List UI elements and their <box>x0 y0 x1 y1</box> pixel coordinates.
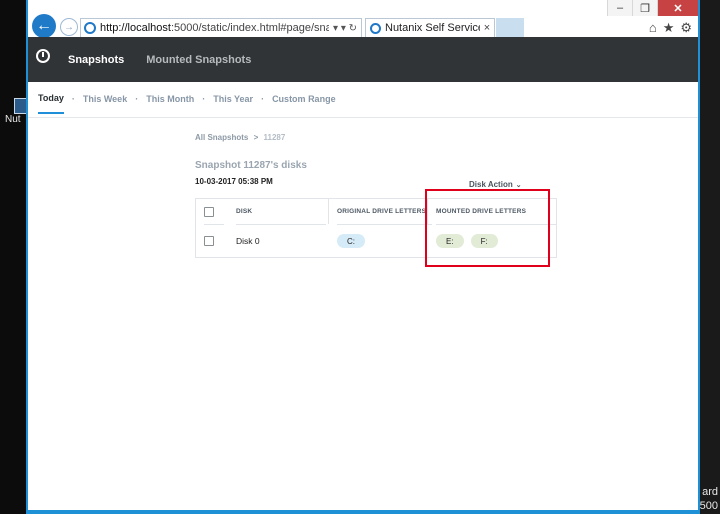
drive-letter-badge: C: <box>337 234 365 248</box>
browser-titlebar: ‒ ❐ ✕ ← → http://localhost:5000/static/i… <box>28 0 698 42</box>
address-text[interactable]: http://localhost:5000/static/index.html#… <box>100 22 329 34</box>
address-controls[interactable]: ▾ ▾ ↻ <box>329 23 361 34</box>
disk-action-dropdown[interactable]: Disk Action ⌄ <box>469 180 522 189</box>
forward-button[interactable]: → <box>60 18 78 36</box>
browser-window: ‒ ❐ ✕ ← → http://localhost:5000/static/i… <box>26 0 700 514</box>
desktop-right-label-1: ard <box>702 486 718 498</box>
settings-gear-icon[interactable]: ⚙ <box>680 20 692 36</box>
chevron-down-icon: ⌄ <box>515 182 522 189</box>
back-button[interactable]: ← <box>32 14 56 38</box>
window-bottom-border <box>28 510 698 514</box>
nav-mounted-snapshots[interactable]: Mounted Snapshots <box>146 54 251 66</box>
row-select-cell <box>204 225 214 257</box>
address-path: :5000/static/index.html#page/snapshc <box>170 22 330 34</box>
tab-this-month[interactable]: This Month <box>146 94 194 113</box>
tab-this-week[interactable]: This Week <box>83 94 127 113</box>
forward-arrow-icon: → <box>64 21 74 33</box>
favorites-star-icon[interactable]: ★ <box>663 20 675 36</box>
header-select-all-cell <box>204 199 224 225</box>
back-arrow-icon: ← <box>36 17 52 34</box>
select-all-checkbox[interactable] <box>204 206 214 217</box>
desktop-left-strip: Nut <box>0 0 28 514</box>
disk-name-cell: Disk 0 <box>236 236 260 246</box>
tab-today[interactable]: Today <box>38 93 64 114</box>
new-tab-button[interactable] <box>496 18 524 38</box>
desktop-right-label-2: 500 <box>699 500 718 512</box>
breadcrumb-current: 11287 <box>263 133 286 142</box>
subnav-separator: · <box>202 94 206 104</box>
address-bar[interactable]: http://localhost:5000/static/index.html#… <box>80 18 362 38</box>
browser-toolbar-icons: ⌂ ★ ⚙ <box>649 20 692 36</box>
address-host: http://localhost <box>100 22 171 34</box>
app-header: Snapshots Mounted Snapshots <box>28 37 698 82</box>
subnav-separator: · <box>261 94 265 104</box>
snapshot-date: 10-03-2017 05:38 PM <box>195 177 273 186</box>
date-range-tabs: Today · This Week · This Month · This Ye… <box>38 93 336 114</box>
original-drive-letters-cell: C: <box>337 225 372 257</box>
annotation-highlight-box <box>425 189 550 267</box>
subnav-separator: · <box>71 94 75 104</box>
nav-snapshots[interactable]: Snapshots <box>68 54 124 66</box>
desktop-app-label: Nut <box>5 114 21 125</box>
home-icon[interactable]: ⌂ <box>649 20 657 36</box>
column-header-original-drive-letters: ORIGINAL DRIVE LETTERS <box>337 199 432 225</box>
subnav-divider <box>28 117 698 118</box>
tab-title: Nutanix Self Service Res... <box>385 22 480 34</box>
column-header-disk: DISK <box>236 199 326 225</box>
close-button[interactable]: ✕ <box>657 0 698 16</box>
tab-ie-icon <box>370 22 381 34</box>
tab-close-icon[interactable]: × <box>480 22 494 34</box>
window-controls: ‒ ❐ ✕ <box>607 0 698 18</box>
clock-logo-icon[interactable] <box>36 49 50 63</box>
app-nav: Snapshots Mounted Snapshots <box>68 37 251 82</box>
breadcrumb: All Snapshots > 11287 <box>195 133 285 142</box>
breadcrumb-separator: > <box>253 133 259 142</box>
breadcrumb-all-snapshots[interactable]: All Snapshots <box>195 133 248 142</box>
column-divider <box>328 199 329 224</box>
minimize-button[interactable]: ‒ <box>607 0 632 16</box>
restore-button[interactable]: ❐ <box>632 0 657 16</box>
browser-tab[interactable]: Nutanix Self Service Res... × <box>365 18 495 38</box>
tab-this-year[interactable]: This Year <box>213 94 253 113</box>
row-checkbox[interactable] <box>204 236 214 246</box>
page-title: Snapshot 11287's disks <box>195 160 307 171</box>
ie-page-icon <box>84 22 96 34</box>
disk-action-label: Disk Action <box>469 180 513 189</box>
tab-custom-range[interactable]: Custom Range <box>272 94 336 113</box>
subnav-separator: · <box>135 94 139 104</box>
